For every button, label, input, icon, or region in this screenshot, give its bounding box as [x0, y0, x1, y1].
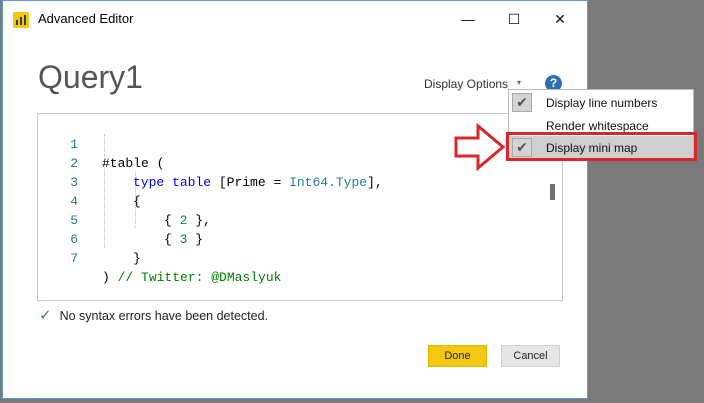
menu-item-label: Display line numbers [546, 96, 658, 110]
code-line: 6 } [38, 211, 548, 266]
chevron-down-icon[interactable]: ▾ [517, 78, 521, 87]
minimap-scroll-thumb[interactable] [550, 184, 555, 200]
menu-item-label: Render whitespace [546, 119, 649, 133]
comment-token: // Twitter: @DMaslyuk [117, 270, 282, 285]
code-line: 7 ) // Twitter: @DMaslyuk [38, 230, 548, 285]
done-button[interactable]: Done [428, 345, 487, 367]
code-text: } [133, 251, 141, 266]
checkmark-icon: ✓ [39, 307, 52, 324]
title-bar: Advanced Editor — ☐ ✕ [3, 1, 587, 37]
code-line: 4 { 2 }, [38, 173, 548, 228]
code-text: ) // Twitter: @DMaslyuk [102, 268, 281, 287]
syntax-status: ✓ No syntax errors have been detected. [39, 306, 268, 324]
menu-item-display-line-numbers[interactable]: ✔ Display line numbers [509, 91, 693, 114]
minimize-button[interactable]: — [445, 5, 491, 33]
close-button[interactable]: ✕ [537, 5, 583, 33]
status-text: No syntax errors have been detected. [59, 309, 269, 323]
window-title: Advanced Editor [38, 11, 134, 26]
cancel-button[interactable]: Cancel [501, 345, 560, 367]
code-line: 5 { 3 } [38, 192, 548, 247]
arrow-right-icon [454, 123, 506, 171]
maximize-button[interactable]: ☐ [491, 5, 537, 33]
query-title: Query1 [38, 59, 143, 95]
line-number: 7 [70, 251, 78, 266]
advanced-editor-window: Advanced Editor — ☐ ✕ Query1 Display Opt… [2, 0, 588, 399]
display-options-button[interactable]: Display Options [424, 77, 508, 91]
code-token: ) [102, 270, 118, 285]
checkmark-icon: ✔ [512, 93, 532, 112]
highlight-box [506, 132, 697, 161]
power-bi-app-icon [13, 12, 29, 28]
